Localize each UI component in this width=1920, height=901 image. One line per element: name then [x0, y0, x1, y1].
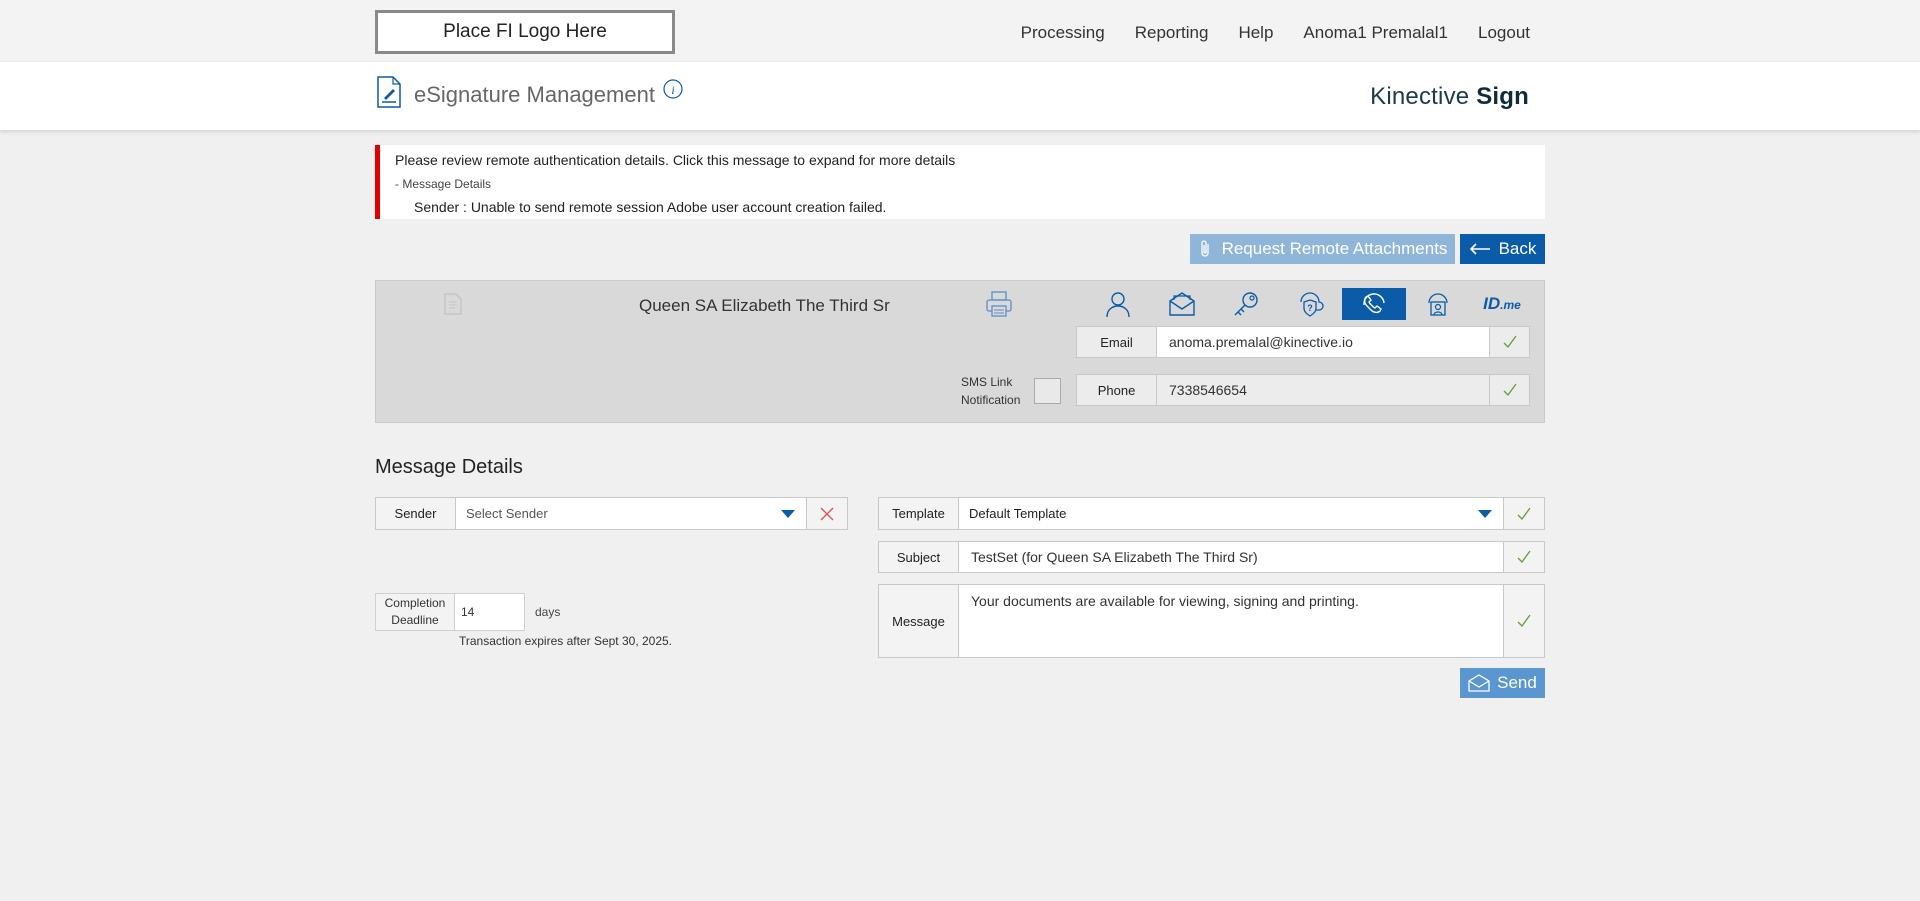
email-check-icon: [1489, 327, 1529, 357]
phone-check-icon: [1489, 375, 1529, 405]
top-bar: Place FI Logo Here Processing Reporting …: [0, 0, 1920, 62]
phone-label: Phone: [1077, 375, 1157, 405]
nav-processing[interactable]: Processing: [1021, 23, 1105, 43]
nav-help[interactable]: Help: [1238, 23, 1273, 43]
template-value: Default Template: [969, 506, 1067, 521]
message-check-icon: [1503, 585, 1544, 657]
completion-deadline-row: Completion Deadline 14 days: [375, 593, 560, 631]
message-row: Message Your documents are available for…: [878, 584, 1545, 658]
document-sign-icon: [377, 76, 401, 108]
phone-field[interactable]: 7338546654: [1157, 375, 1489, 405]
back-button[interactable]: Back: [1460, 234, 1545, 264]
idme-suffix: .me: [1500, 298, 1521, 312]
printer-icon[interactable]: [984, 289, 1014, 319]
nav-reporting[interactable]: Reporting: [1135, 23, 1209, 43]
signer-document-icon: [444, 293, 462, 315]
subject-label: Subject: [879, 542, 959, 572]
sender-select-placeholder: Select Sender: [466, 506, 548, 521]
clear-sender-button[interactable]: [806, 498, 847, 529]
auth-phone-icon[interactable]: [1342, 288, 1406, 320]
completion-deadline-label: Completion Deadline: [375, 593, 455, 631]
expiry-note: Transaction expires after Sept 30, 2025.: [459, 634, 673, 648]
auth-key-icon[interactable]: [1214, 288, 1278, 320]
message-field[interactable]: Your documents are available for viewing…: [959, 585, 1503, 657]
alert-summary: Please review remote authentication deta…: [395, 152, 956, 168]
title-band: eSignature Management i Kinective Sign: [0, 62, 1920, 130]
alert-details-toggle[interactable]: - Message Details: [395, 177, 491, 191]
envelope-icon: [1468, 674, 1490, 692]
brand-bold: Sign: [1476, 83, 1529, 110]
signer-panel: Queen SA Elizabeth The Third Sr ? ID.me …: [375, 280, 1545, 423]
close-icon: [820, 507, 834, 520]
top-nav: Processing Reporting Help Anoma1 Premala…: [1021, 0, 1530, 66]
sms-label-line2: Notification: [961, 393, 1021, 407]
fi-logo-placeholder: Place FI Logo Here: [375, 10, 675, 54]
request-remote-attachments-label: Request Remote Attachments: [1221, 239, 1448, 258]
paperclip-icon: [1200, 240, 1209, 257]
message-label: Message: [879, 585, 959, 657]
deadline-label-1: Completion: [384, 596, 446, 610]
deadline-label-2: Deadline: [391, 613, 439, 627]
sender-select[interactable]: Select Sender: [456, 498, 806, 529]
sms-label-line1: SMS Link: [961, 375, 1013, 389]
auth-question-shield-icon[interactable]: ?: [1278, 288, 1342, 320]
sms-link-notification-label: SMS Link Notification: [961, 373, 1020, 409]
subject-check-icon: [1503, 542, 1544, 572]
phone-row: Phone 7338546654: [1076, 374, 1530, 406]
send-button[interactable]: Send: [1460, 668, 1545, 698]
chevron-down-icon: [1478, 509, 1492, 518]
sms-notification-checkbox[interactable]: [1034, 378, 1061, 404]
auth-idme-icon[interactable]: ID.me: [1470, 288, 1534, 320]
send-label: Send: [1497, 673, 1537, 692]
brand-light: Kinective: [1370, 83, 1477, 110]
sender-row: Sender Select Sender: [375, 497, 848, 530]
back-label: Back: [1498, 239, 1537, 258]
auth-email-icon[interactable]: [1150, 288, 1214, 320]
alert-detail-line: Sender : Unable to send remote session A…: [414, 199, 887, 215]
page-title: eSignature Management: [414, 82, 655, 107]
template-label: Template: [879, 498, 959, 529]
brand-logo: Kinective Sign: [1370, 83, 1529, 111]
template-check-icon: [1503, 498, 1544, 529]
completion-deadline-input[interactable]: 14: [455, 593, 525, 631]
nav-logout[interactable]: Logout: [1478, 23, 1530, 43]
svg-text:?: ?: [1307, 303, 1313, 313]
email-field[interactable]: anoma.premalal@kinective.io: [1157, 327, 1489, 357]
idme-label: ID: [1483, 294, 1501, 313]
auth-method-icons: ? ID.me: [1086, 288, 1534, 320]
svg-text:i: i: [671, 83, 674, 97]
deadline-unit: days: [535, 605, 561, 619]
signer-name: Queen SA Elizabeth The Third Sr: [639, 296, 890, 315]
auth-person-icon[interactable]: [1086, 288, 1150, 320]
message-details-heading: Message Details: [375, 456, 523, 478]
subject-row: Subject TestSet (for Queen SA Elizabeth …: [878, 541, 1545, 573]
subject-field[interactable]: TestSet (for Queen SA Elizabeth The Thir…: [959, 542, 1503, 572]
info-icon[interactable]: i: [663, 79, 683, 99]
email-row: Email anoma.premalal@kinective.io: [1076, 326, 1530, 358]
template-row: Template Default Template: [878, 497, 1545, 530]
request-remote-attachments-button[interactable]: Request Remote Attachments: [1190, 234, 1455, 264]
nav-user[interactable]: Anoma1 Premalal1: [1303, 23, 1448, 43]
remote-auth-alert[interactable]: Please review remote authentication deta…: [375, 145, 1545, 219]
sender-label: Sender: [376, 498, 456, 529]
chevron-down-icon: [781, 509, 795, 518]
arrow-left-icon: [1469, 243, 1490, 255]
email-label: Email: [1077, 327, 1157, 357]
auth-cloud-person-icon[interactable]: [1406, 288, 1470, 320]
template-select[interactable]: Default Template: [959, 498, 1503, 529]
